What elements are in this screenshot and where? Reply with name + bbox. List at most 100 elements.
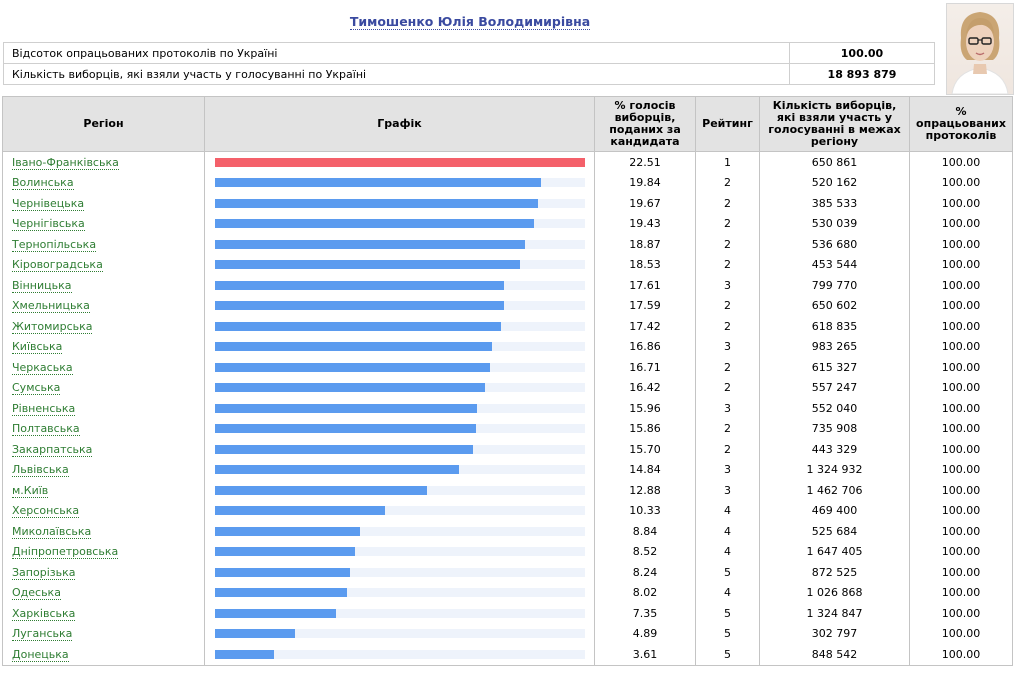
percent-cell: 22.51 [594,151,696,173]
voters-cell: 552 040 [759,398,910,419]
rating-cell: 2 [695,295,760,316]
chart-cell [204,418,595,439]
region-link[interactable]: Львівська [12,463,69,478]
bar-track [215,342,585,352]
chart-cell [204,459,595,480]
bar-track [215,157,585,167]
vote-share-bar [215,342,493,352]
bar-track [215,403,585,413]
voters-cell: 520 162 [759,172,910,193]
processed-cell: 100.00 [909,316,1013,337]
region-cell: Запорізька [2,562,205,583]
table-row: Полтавська 15.86 2 735 908 100.00 [2,418,1013,439]
region-link[interactable]: Одеська [12,586,61,601]
region-link[interactable]: Вінницька [12,278,72,293]
bar-track [215,608,585,618]
region-link[interactable]: Тернопільська [12,237,97,252]
rating-cell: 3 [695,398,760,419]
processed-cell: 100.00 [909,398,1013,419]
table-row: Закарпатська 15.70 2 443 329 100.00 [2,439,1013,460]
percent-cell: 17.61 [594,275,696,296]
processed-cell: 100.00 [909,480,1013,501]
chart-cell [204,480,595,501]
candidate-photo [946,3,1014,95]
region-link[interactable]: Кіровоградська [12,258,103,273]
bar-track [215,198,585,208]
region-link[interactable]: Запорізька [12,565,76,580]
table-row: Хмельницька 17.59 2 650 602 100.00 [2,295,1013,316]
region-link[interactable]: Луганська [12,627,73,642]
region-link[interactable]: Черкаська [12,360,73,375]
bar-track [215,362,585,372]
chart-cell [204,623,595,644]
table-body: Івано-Франківська 22.51 1 650 861 100.00 Воли… [2,151,1013,666]
voters-cell: 1 462 706 [759,480,910,501]
bar-track [215,506,585,516]
region-link[interactable]: Закарпатська [12,442,93,457]
region-link[interactable]: Волинська [12,176,74,191]
rating-cell: 2 [695,254,760,275]
processed-cell: 100.00 [909,541,1013,562]
percent-cell: 16.86 [594,336,696,357]
col-header-percent: % голосів виборців, поданих за кандидата [594,96,696,152]
chart-cell [204,193,595,214]
region-link[interactable]: Івано-Франківська [12,155,119,170]
processed-cell: 100.00 [909,357,1013,378]
region-cell: Донецька [2,644,205,666]
voters-cell: 1 324 932 [759,459,910,480]
percent-cell: 15.70 [594,439,696,460]
vote-share-bar [215,280,505,290]
region-link[interactable]: Рівненська [12,401,76,416]
percent-cell: 19.67 [594,193,696,214]
col-header-rating: Рейтинг [695,96,760,152]
bar-track [215,301,585,311]
region-cell: Хмельницька [2,295,205,316]
percent-cell: 16.42 [594,377,696,398]
table-row: Вінницька 17.61 3 799 770 100.00 [2,275,1013,296]
region-cell: Волинська [2,172,205,193]
table-row: Чернівецька 19.67 2 385 533 100.00 [2,193,1013,214]
processed-cell: 100.00 [909,377,1013,398]
percent-cell: 16.71 [594,357,696,378]
vote-share-bar [215,465,459,475]
summary-value: 18 893 879 [789,63,935,85]
region-link[interactable]: Полтавська [12,422,80,437]
chart-cell [204,541,595,562]
region-link[interactable]: Дніпропетровська [12,545,119,560]
region-link[interactable]: Сумська [12,381,61,396]
col-header-voters: Кількість виборців, які взяли участь у г… [759,96,910,152]
region-link[interactable]: Донецька [12,647,69,662]
processed-cell: 100.00 [909,295,1013,316]
region-link[interactable]: Херсонська [12,504,80,519]
vote-share-bar [215,260,520,270]
region-link[interactable]: Житомирська [12,319,93,334]
region-cell: Тернопільська [2,234,205,255]
region-link[interactable]: Миколаївська [12,524,92,539]
voters-cell: 1 647 405 [759,541,910,562]
vote-share-bar [215,403,478,413]
region-link[interactable]: Харківська [12,606,76,621]
vote-share-bar [215,485,427,495]
percent-cell: 8.52 [594,541,696,562]
region-link[interactable]: Чернівецька [12,196,85,211]
table-row: Одеська 8.02 4 1 026 868 100.00 [2,582,1013,603]
vote-share-bar [215,588,347,598]
region-link[interactable]: Хмельницька [12,299,90,314]
candidate-name-link[interactable]: Тимошенко Юлія Володимирівна [349,14,591,30]
processed-cell: 100.00 [909,193,1013,214]
processed-cell: 100.00 [909,582,1013,603]
percent-cell: 3.61 [594,644,696,666]
region-cell: Чернігівська [2,213,205,234]
region-link[interactable]: м.Київ [12,483,49,498]
region-cell: Кіровоградська [2,254,205,275]
summary-row-processed: Відсоток опрацьованих протоколів по Укра… [3,42,935,64]
bar-track [215,444,585,454]
processed-cell: 100.00 [909,234,1013,255]
chart-cell [204,644,595,666]
region-link[interactable]: Київська [12,340,63,355]
bar-track [215,424,585,434]
region-link[interactable]: Чернігівська [12,217,85,232]
summary-row-turnout: Кількість виборців, які взяли участь у г… [3,63,935,85]
table-row: Тернопільська 18.87 2 536 680 100.00 [2,234,1013,255]
percent-cell: 18.53 [594,254,696,275]
